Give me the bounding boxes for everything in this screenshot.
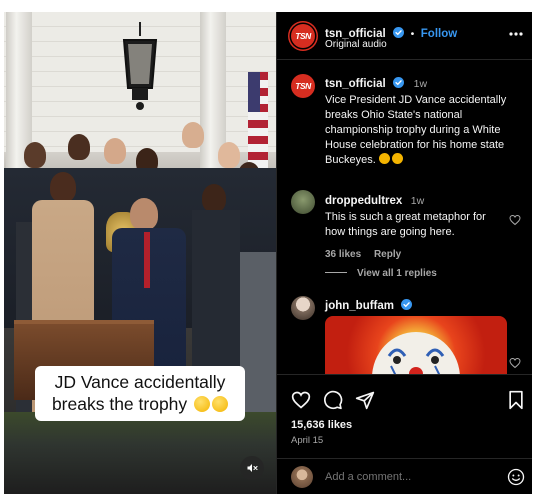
comment-time: 1w xyxy=(410,195,425,207)
like-comment-heart-icon[interactable] xyxy=(509,357,521,369)
caption-author-avatar[interactable]: TSN xyxy=(291,74,315,98)
post-modal: JD Vance accidentally breaks the trophy … xyxy=(4,12,532,494)
caption-username[interactable]: tsn_official xyxy=(325,78,386,90)
verified-badge-icon xyxy=(393,77,405,88)
comments-section: TSN tsn_official 1w Vice President JD Va… xyxy=(277,60,532,374)
audio-label[interactable]: Original audio xyxy=(325,39,387,50)
save-bookmark-icon[interactable] xyxy=(507,390,525,410)
lantern-graphic xyxy=(122,22,158,110)
post-sidebar: TSN tsn_official • Follow Original audio… xyxy=(276,12,532,494)
caption-text: Vice President JD Vance accidentally bre… xyxy=(325,93,521,168)
current-user-avatar xyxy=(291,466,313,488)
post-date: April 15 xyxy=(291,435,324,446)
emoji-picker-icon[interactable] xyxy=(507,468,525,486)
view-replies-button[interactable]: View all 1 replies xyxy=(325,268,437,279)
post-header: TSN tsn_official • Follow Original audio xyxy=(277,12,532,60)
flushed-emoji-icon xyxy=(212,396,229,412)
verified-badge-icon xyxy=(393,27,405,38)
like-comment-heart-icon[interactable] xyxy=(509,214,521,226)
foreground-crowd xyxy=(4,412,276,494)
more-icon[interactable] xyxy=(509,32,523,36)
avatar-logo-text: TSN xyxy=(295,81,311,91)
clown-face-graphic xyxy=(372,332,460,374)
separator-dot: • xyxy=(410,28,415,40)
likes-count[interactable]: 15,636 likes xyxy=(291,419,352,431)
add-comment-bar xyxy=(277,458,532,494)
comment-meta: 36 likes Reply xyxy=(325,249,505,260)
share-icon[interactable] xyxy=(355,390,375,410)
view-replies-label: View all 1 replies xyxy=(357,268,437,279)
comment-item: droppedultrex 1w This is such a great me… xyxy=(325,191,505,260)
follow-button[interactable]: Follow xyxy=(421,28,457,40)
grimace-emoji-icon xyxy=(391,153,403,164)
mute-button[interactable] xyxy=(240,456,264,480)
like-heart-icon[interactable] xyxy=(291,390,311,410)
video-player[interactable]: JD Vance accidentally breaks the trophy xyxy=(4,12,276,494)
caption-body: Vice President JD Vance accidentally bre… xyxy=(325,94,507,166)
caption-block: tsn_official 1w Vice President JD Vance … xyxy=(325,74,521,168)
author-avatar[interactable]: TSN xyxy=(291,24,315,48)
add-comment-input[interactable] xyxy=(325,468,495,486)
comment-username[interactable]: droppedultrex xyxy=(325,195,402,207)
clown-gif-image[interactable] xyxy=(325,316,507,374)
caption-time: 1w xyxy=(413,78,428,90)
speaker-muted-icon xyxy=(247,464,258,472)
commenter-avatar[interactable] xyxy=(291,190,315,214)
avatar-logo-text: TSN xyxy=(295,31,311,41)
verified-badge-icon xyxy=(401,299,413,310)
comment-icon[interactable] xyxy=(323,390,343,410)
commenter-avatar[interactable] xyxy=(291,296,315,320)
laughing-emoji-icon xyxy=(194,396,211,412)
post-actions: 15,636 likes April 15 xyxy=(277,374,532,460)
reply-button[interactable]: Reply xyxy=(374,249,401,260)
comment-item: john_buffam xyxy=(325,296,413,314)
comment-text: This is such a great metaphor for how th… xyxy=(325,211,486,238)
video-caption-overlay: JD Vance accidentally breaks the trophy xyxy=(35,366,245,421)
comment-likes[interactable]: 36 likes xyxy=(325,249,361,260)
laughing-emoji-icon xyxy=(378,153,390,164)
comment-username[interactable]: john_buffam xyxy=(325,300,394,312)
